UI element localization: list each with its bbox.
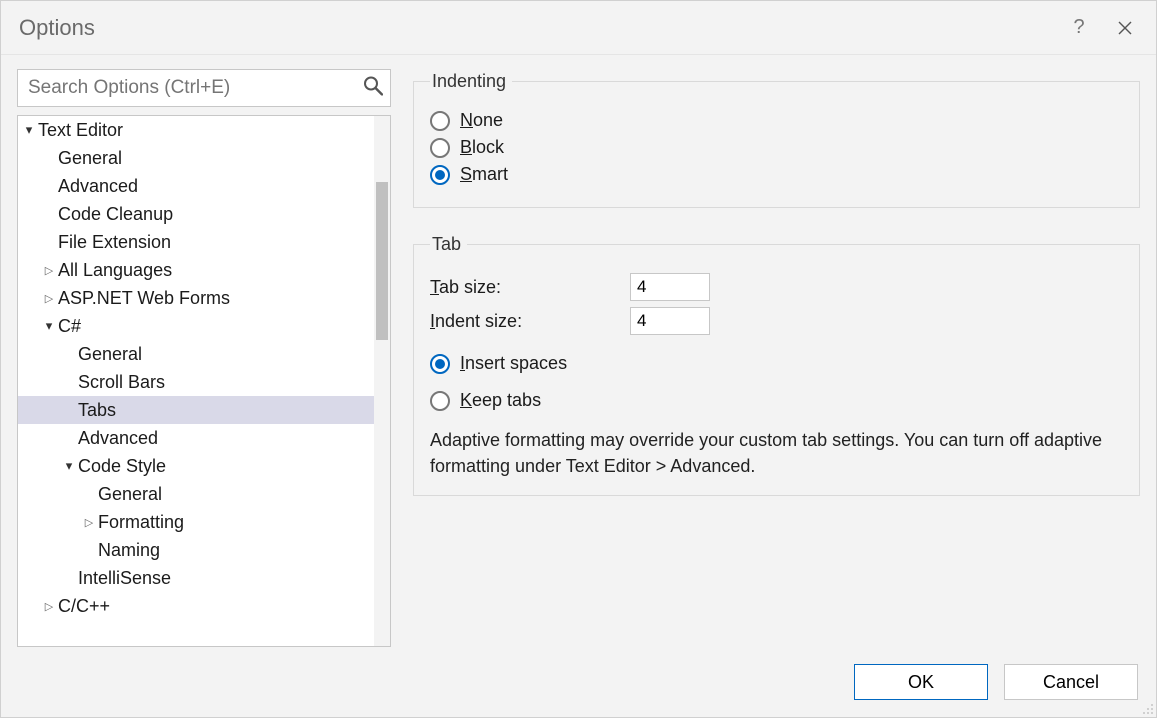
tab-space-option[interactable]: Insert spaces (430, 353, 1123, 374)
tree-item[interactable]: General (18, 340, 374, 368)
chevron-right-icon[interactable]: ▷ (84, 516, 94, 529)
indenting-option-label: None (460, 110, 503, 131)
indenting-option-label: Smart (460, 164, 508, 185)
radio-icon (430, 111, 450, 131)
resize-grip-icon[interactable] (1140, 701, 1154, 715)
dialog-footer: OK Cancel (1, 647, 1156, 717)
radio-icon (430, 391, 450, 411)
tree-item[interactable]: IntelliSense (18, 564, 374, 592)
tree-item-label: Text Editor (38, 120, 123, 141)
tree-item-label: File Extension (58, 232, 171, 253)
radio-icon (430, 354, 450, 374)
tree-item[interactable]: ▷ ASP.NET Web Forms (18, 284, 374, 312)
adaptive-formatting-note: Adaptive formatting may override your cu… (430, 427, 1123, 479)
tree-item[interactable]: Advanced (18, 172, 374, 200)
tree-item-label: Scroll Bars (78, 372, 165, 393)
close-button[interactable] (1102, 10, 1148, 46)
close-icon (1118, 21, 1132, 35)
indent-size-input[interactable] (630, 307, 710, 335)
indenting-option-label: Block (460, 137, 504, 158)
dialog-titlebar: Options ? (1, 1, 1156, 55)
tab-size-input[interactable] (630, 273, 710, 301)
chevron-down-icon[interactable]: ▾ (24, 122, 34, 138)
tree-scroll[interactable]: ▾Text EditorGeneralAdvancedCode CleanupF… (18, 116, 374, 646)
tree-item[interactable]: Scroll Bars (18, 368, 374, 396)
tree-item[interactable]: Naming (18, 536, 374, 564)
tree-item-label: Tabs (78, 400, 116, 421)
tab-group: Tab Tab size: Indent size: Insert spaces… (413, 234, 1140, 496)
indenting-option[interactable]: Smart (430, 164, 1123, 185)
radio-icon (430, 138, 450, 158)
tree-item[interactable]: ▾C# (18, 312, 374, 340)
tree-item[interactable]: ▷ All Languages (18, 256, 374, 284)
dialog-title: Options (19, 15, 1056, 41)
tree-item-label: Advanced (58, 176, 138, 197)
tree-item-label: Code Style (78, 456, 166, 477)
chevron-down-icon[interactable]: ▾ (64, 458, 74, 474)
tree-item-label: General (58, 148, 122, 169)
radio-icon (430, 165, 450, 185)
chevron-down-icon[interactable]: ▾ (44, 318, 54, 334)
tree-item-label: ASP.NET Web Forms (58, 288, 230, 309)
indenting-option[interactable]: Block (430, 137, 1123, 158)
tree-item-label: Naming (98, 540, 160, 561)
tree-item[interactable]: Advanced (18, 424, 374, 452)
cancel-button[interactable]: Cancel (1004, 664, 1138, 700)
tree-item[interactable]: File Extension (18, 228, 374, 256)
tree-item-label: Advanced (78, 428, 158, 449)
tree-item-label: C# (58, 316, 81, 337)
scrollbar-thumb[interactable] (376, 182, 388, 340)
chevron-right-icon[interactable]: ▷ (44, 292, 54, 305)
chevron-right-icon[interactable]: ▷ (44, 264, 54, 277)
options-dialog: Options ? ▾Text E (0, 0, 1157, 718)
tab-legend: Tab (430, 234, 467, 255)
indenting-legend: Indenting (430, 71, 512, 92)
tree-item-label: All Languages (58, 260, 172, 281)
tree-item[interactable]: ▾Code Style (18, 452, 374, 480)
tree-item-label: IntelliSense (78, 568, 171, 589)
tree-item-label: C/C++ (58, 596, 110, 617)
tab-space-option-label: Insert spaces (460, 353, 567, 374)
tree-item[interactable]: ▷ Formatting (18, 508, 374, 536)
tree-item-label: General (78, 344, 142, 365)
tab-size-label: Tab size: (430, 277, 630, 298)
tree-item-label: Code Cleanup (58, 204, 173, 225)
tree-item[interactable]: General (18, 144, 374, 172)
tree-item[interactable]: ▷ C/C++ (18, 592, 374, 620)
tab-space-option[interactable]: Keep tabs (430, 390, 1123, 411)
tab-space-option-label: Keep tabs (460, 390, 541, 411)
search-wrap (17, 69, 391, 107)
tree-view: ▾Text EditorGeneralAdvancedCode CleanupF… (17, 115, 391, 647)
ok-button[interactable]: OK (854, 664, 988, 700)
tree-item[interactable]: ▾Text Editor (18, 116, 374, 144)
tree-scrollbar[interactable] (374, 116, 390, 646)
tree-item[interactable]: Code Cleanup (18, 200, 374, 228)
indent-size-label: Indent size: (430, 311, 630, 332)
tree-item-label: General (98, 484, 162, 505)
tree-item-label: Formatting (98, 512, 184, 533)
indenting-option[interactable]: None (430, 110, 1123, 131)
question-icon: ? (1073, 16, 1084, 39)
tree-item[interactable]: Tabs (18, 396, 374, 424)
indenting-group: Indenting None Block Smart (413, 71, 1140, 208)
search-input[interactable] (17, 69, 391, 107)
tree-item[interactable]: General (18, 480, 374, 508)
help-button[interactable]: ? (1056, 10, 1102, 46)
chevron-right-icon[interactable]: ▷ (44, 600, 54, 613)
